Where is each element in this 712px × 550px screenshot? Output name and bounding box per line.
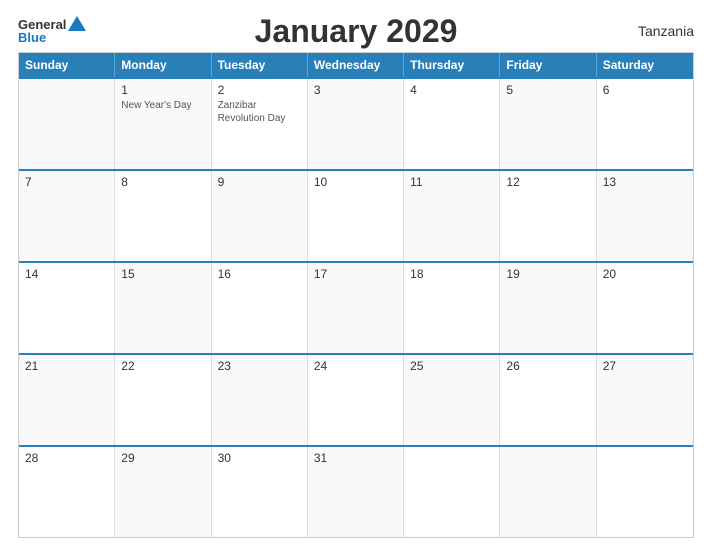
cell-w3-sat: 20: [597, 263, 693, 353]
day-17: 17: [314, 267, 397, 281]
cell-w4-thu: 25: [404, 355, 500, 445]
logo: General Blue: [18, 18, 86, 44]
cell-w1-tue: 2 ZanzibarRevolution Day: [212, 79, 308, 169]
day-16: 16: [218, 267, 301, 281]
day-20: 20: [603, 267, 687, 281]
day-7: 7: [25, 175, 108, 189]
day-4: 4: [410, 83, 493, 97]
cell-w5-fri: [500, 447, 596, 537]
cell-w4-wed: 24: [308, 355, 404, 445]
day-29: 29: [121, 451, 204, 465]
day-10: 10: [314, 175, 397, 189]
cell-w1-thu: 4: [404, 79, 500, 169]
cell-w2-mon: 8: [115, 171, 211, 261]
day-19: 19: [506, 267, 589, 281]
calendar-header: Sunday Monday Tuesday Wednesday Thursday…: [19, 53, 693, 77]
cell-w2-thu: 11: [404, 171, 500, 261]
cell-w5-wed: 31: [308, 447, 404, 537]
cell-w3-sun: 14: [19, 263, 115, 353]
header-friday: Friday: [500, 53, 596, 77]
header-tuesday: Tuesday: [212, 53, 308, 77]
day-28: 28: [25, 451, 108, 465]
day-23: 23: [218, 359, 301, 373]
cell-w5-sun: 28: [19, 447, 115, 537]
day-8: 8: [121, 175, 204, 189]
day-22: 22: [121, 359, 204, 373]
cell-w5-mon: 29: [115, 447, 211, 537]
day-14: 14: [25, 267, 108, 281]
cell-w1-sun: [19, 79, 115, 169]
day-25: 25: [410, 359, 493, 373]
day-27: 27: [603, 359, 687, 373]
day-15: 15: [121, 267, 204, 281]
cell-w5-tue: 30: [212, 447, 308, 537]
day-2: 2: [218, 83, 301, 97]
cell-w2-sun: 7: [19, 171, 115, 261]
cell-w4-mon: 22: [115, 355, 211, 445]
header-saturday: Saturday: [597, 53, 693, 77]
week-5: 28 29 30 31: [19, 445, 693, 537]
day-18: 18: [410, 267, 493, 281]
cell-w2-tue: 9: [212, 171, 308, 261]
day-26: 26: [506, 359, 589, 373]
cell-w5-thu: [404, 447, 500, 537]
cell-w3-fri: 19: [500, 263, 596, 353]
calendar: Sunday Monday Tuesday Wednesday Thursday…: [18, 52, 694, 538]
day-11: 11: [410, 175, 493, 189]
header-sunday: Sunday: [19, 53, 115, 77]
day-5: 5: [506, 83, 589, 97]
cell-w3-wed: 17: [308, 263, 404, 353]
day-12: 12: [506, 175, 589, 189]
cell-w2-sat: 13: [597, 171, 693, 261]
header-wednesday: Wednesday: [308, 53, 404, 77]
day-9: 9: [218, 175, 301, 189]
event-new-years-day: New Year's Day: [121, 99, 204, 112]
country-label: Tanzania: [638, 23, 694, 39]
cell-w2-fri: 12: [500, 171, 596, 261]
day-24: 24: [314, 359, 397, 373]
day-21: 21: [25, 359, 108, 373]
cell-w3-thu: 18: [404, 263, 500, 353]
page: General Blue January 2029 Tanzania Sunda…: [0, 0, 712, 550]
week-2: 7 8 9 10 11 12 13: [19, 169, 693, 261]
week-1: 1 New Year's Day 2 ZanzibarRevolution Da…: [19, 77, 693, 169]
cell-w3-tue: 16: [212, 263, 308, 353]
cell-w1-sat: 6: [597, 79, 693, 169]
header-thursday: Thursday: [404, 53, 500, 77]
cell-w4-sat: 27: [597, 355, 693, 445]
cell-w2-wed: 10: [308, 171, 404, 261]
cell-w4-fri: 26: [500, 355, 596, 445]
logo-blue: Blue: [18, 31, 86, 44]
week-4: 21 22 23 24 25 26 27: [19, 353, 693, 445]
day-30: 30: [218, 451, 301, 465]
day-31: 31: [314, 451, 397, 465]
day-6: 6: [603, 83, 687, 97]
cell-w5-sat: [597, 447, 693, 537]
header: General Blue January 2029 Tanzania: [18, 18, 694, 44]
cell-w4-tue: 23: [212, 355, 308, 445]
page-title: January 2029: [255, 13, 458, 50]
event-zanzibar: ZanzibarRevolution Day: [218, 99, 301, 125]
cell-w1-wed: 3: [308, 79, 404, 169]
day-13: 13: [603, 175, 687, 189]
day-3: 3: [314, 83, 397, 97]
week-3: 14 15 16 17 18 19 20: [19, 261, 693, 353]
cell-w3-mon: 15: [115, 263, 211, 353]
calendar-body: 1 New Year's Day 2 ZanzibarRevolution Da…: [19, 77, 693, 537]
logo-triangle-icon: [68, 16, 86, 31]
logo-wrapper: General Blue: [18, 18, 86, 44]
cell-w1-mon: 1 New Year's Day: [115, 79, 211, 169]
day-1: 1: [121, 83, 204, 97]
cell-w1-fri: 5: [500, 79, 596, 169]
cell-w4-sun: 21: [19, 355, 115, 445]
header-monday: Monday: [115, 53, 211, 77]
